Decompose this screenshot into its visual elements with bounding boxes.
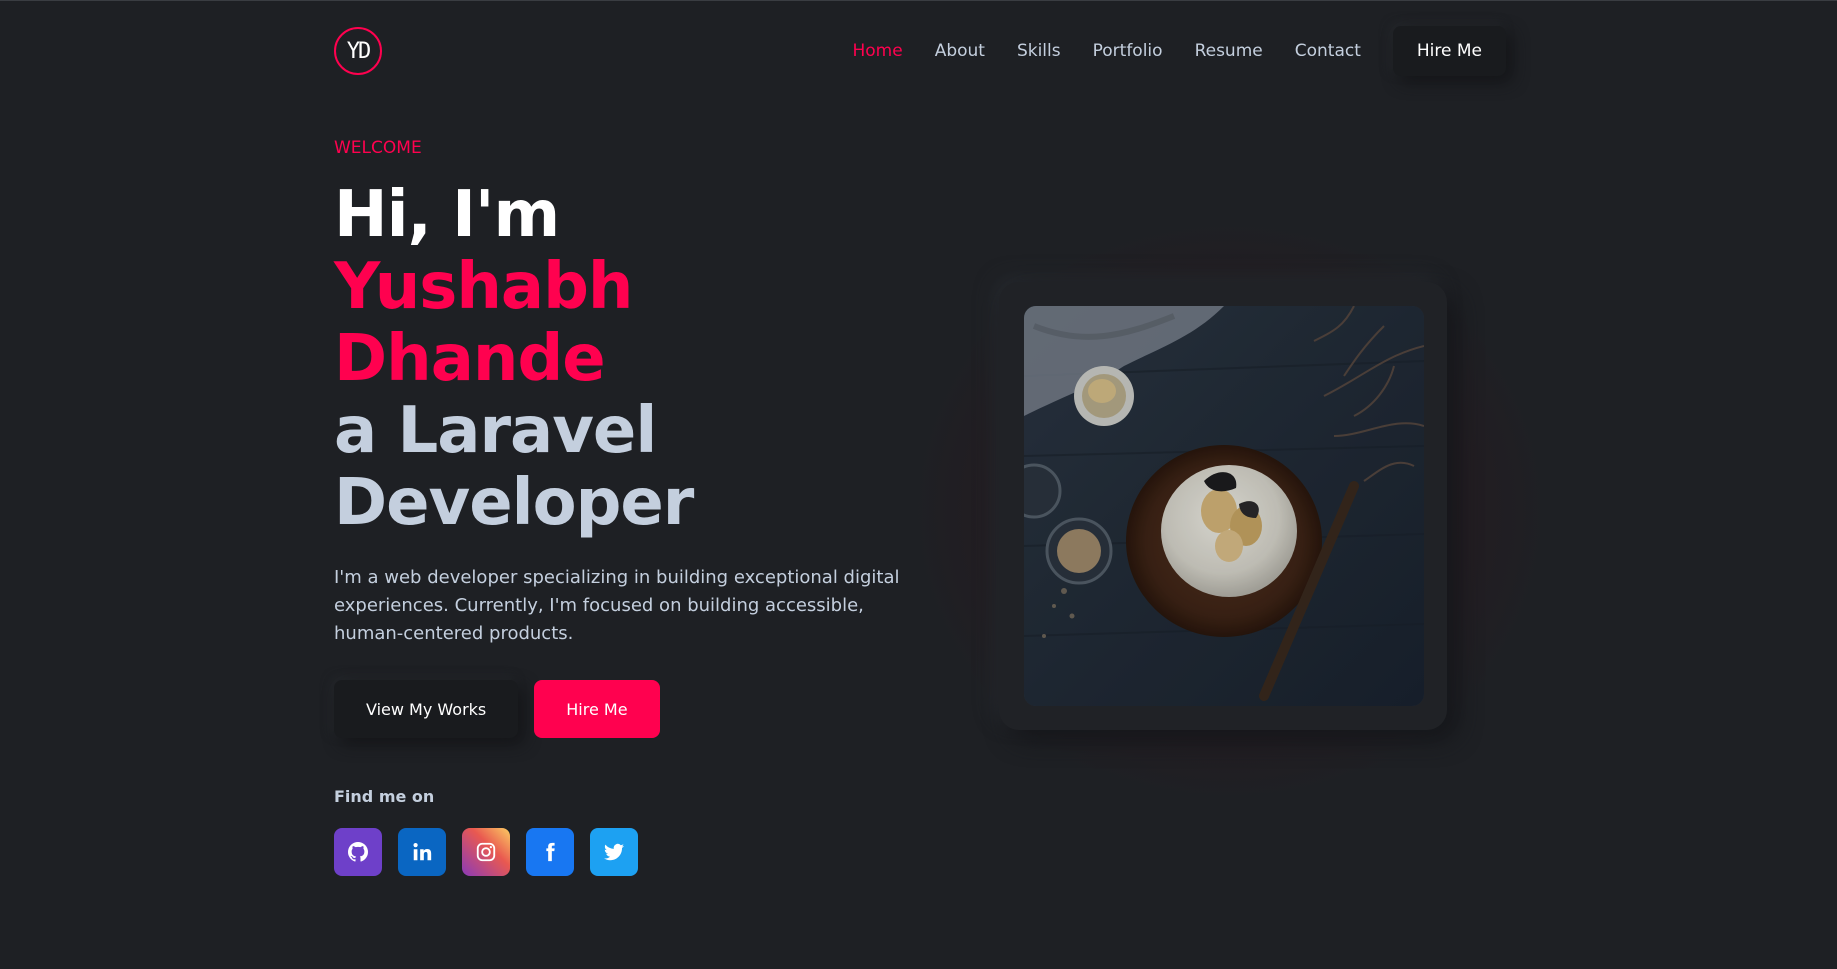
github-link[interactable] — [334, 828, 382, 876]
facebook-link[interactable] — [526, 828, 574, 876]
food-photo-illustration — [1024, 306, 1424, 706]
twitter-link[interactable] — [590, 828, 638, 876]
nav-resume[interactable]: Resume — [1195, 41, 1263, 61]
logo-text: YD — [346, 38, 371, 64]
hero-buttons: View My Works Hire Me — [334, 680, 660, 738]
main-nav: Home About Skills Portfolio Resume Conta… — [820, 26, 1506, 76]
role-line-1: a Laravel — [334, 394, 657, 468]
header-hire-button[interactable]: Hire Me — [1392, 26, 1506, 76]
twitter-icon — [604, 843, 624, 861]
nav-skills[interactable]: Skills — [1017, 41, 1061, 61]
nav-home[interactable]: Home — [852, 41, 902, 61]
linkedin-link[interactable] — [398, 828, 446, 876]
facebook-icon — [546, 842, 555, 862]
instagram-icon — [476, 842, 496, 862]
find-me-label: Find me on — [334, 787, 435, 806]
github-icon — [347, 842, 369, 862]
hire-me-button[interactable]: Hire Me — [534, 680, 660, 738]
site-header: YD Home About Skills Portfolio Resume Co… — [334, 25, 1506, 77]
greeting-line: Hi, I'm — [334, 178, 560, 252]
nav-contact[interactable]: Contact — [1295, 41, 1361, 61]
name-last: Dhande — [334, 322, 606, 396]
nav-about[interactable]: About — [935, 41, 985, 61]
profile-image — [1024, 306, 1424, 706]
linkedin-icon — [413, 843, 432, 861]
welcome-label: WELCOME — [334, 138, 422, 158]
instagram-link[interactable] — [462, 828, 510, 876]
role-line-2: Developer — [334, 466, 694, 540]
name-first: Yushabh — [334, 250, 633, 324]
page: YD Home About Skills Portfolio Resume Co… — [0, 1, 1837, 969]
view-works-button[interactable]: View My Works — [334, 680, 519, 738]
hero-headline: Hi, I'm Yushabh Dhande a Laravel Develop… — [334, 179, 934, 539]
social-links — [334, 828, 654, 876]
logo[interactable]: YD — [334, 27, 382, 75]
nav-portfolio[interactable]: Portfolio — [1093, 41, 1163, 61]
hero-description: I'm a web developer specializing in buil… — [334, 567, 900, 644]
